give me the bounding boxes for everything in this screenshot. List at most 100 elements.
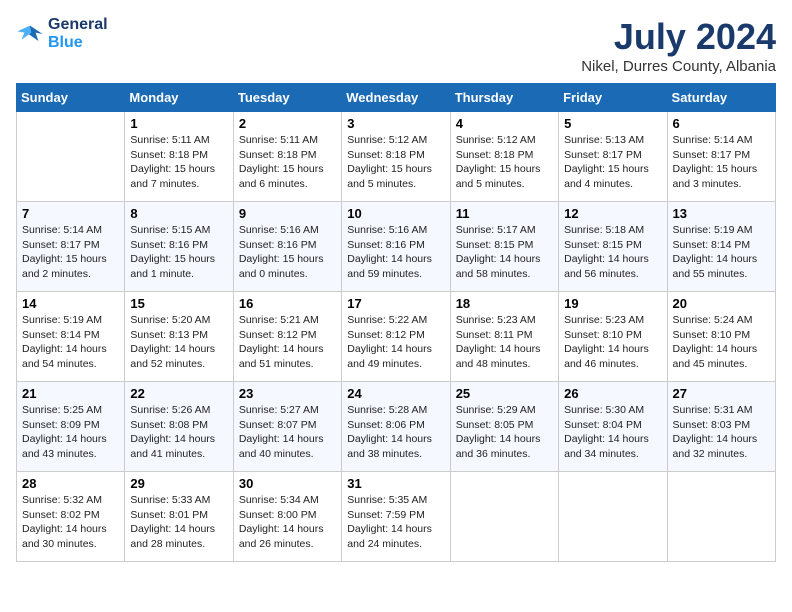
calendar-week-1: 1 Sunrise: 5:11 AM Sunset: 8:18 PM Daylig… <box>17 112 776 202</box>
weekday-header-saturday: Saturday <box>667 84 775 112</box>
day-number: 11 <box>456 206 553 221</box>
day-info: Sunrise: 5:23 AM Sunset: 8:11 PM Dayligh… <box>456 313 553 372</box>
day-number: 3 <box>347 116 444 131</box>
weekday-header-tuesday: Tuesday <box>233 84 341 112</box>
calendar-week-2: 7 Sunrise: 5:14 AM Sunset: 8:17 PM Daylig… <box>17 202 776 292</box>
calendar-cell: 16Sunrise: 5:21 AM Sunset: 8:12 PM Dayli… <box>233 292 341 382</box>
weekday-header-thursday: Thursday <box>450 84 558 112</box>
day-number: 16 <box>239 296 336 311</box>
day-number: 28 <box>22 476 119 491</box>
calendar-cell: 13Sunrise: 5:19 AM Sunset: 8:14 PM Dayli… <box>667 202 775 292</box>
title-block: July 2024 Nikel, Durres County, Albania <box>581 16 776 75</box>
day-info: Sunrise: 5:16 AM Sunset: 8:16 PM Dayligh… <box>239 223 336 282</box>
calendar-cell: 10Sunrise: 5:16 AM Sunset: 8:16 PM Dayli… <box>342 202 450 292</box>
day-number: 1 <box>130 116 227 131</box>
day-info: Sunrise: 5:18 AM Sunset: 8:15 PM Dayligh… <box>564 223 661 282</box>
calendar-cell: 11 Sunrise: 5:17 AM Sunset: 8:15 PM Dayli… <box>450 202 558 292</box>
calendar-cell: 3 Sunrise: 5:12 AM Sunset: 8:18 PM Daylig… <box>342 112 450 202</box>
calendar-table: SundayMondayTuesdayWednesdayThursdayFrid… <box>16 83 776 562</box>
day-info: Sunrise: 5:20 AM Sunset: 8:13 PM Dayligh… <box>130 313 227 372</box>
calendar-cell: 5 Sunrise: 5:13 AM Sunset: 8:17 PM Daylig… <box>559 112 667 202</box>
calendar-cell: 23 Sunrise: 5:27 AM Sunset: 8:07 PM Dayli… <box>233 382 341 472</box>
calendar-cell: 28 Sunrise: 5:32 AM Sunset: 8:02 PM Dayli… <box>17 472 125 562</box>
day-info: Sunrise: 5:26 AM Sunset: 8:08 PM Dayligh… <box>130 403 227 462</box>
day-info: Sunrise: 5:12 AM Sunset: 8:18 PM Dayligh… <box>456 133 553 192</box>
day-number: 5 <box>564 116 661 131</box>
calendar-cell: 31 Sunrise: 5:35 AM Sunset: 7:59 PM Dayli… <box>342 472 450 562</box>
day-info: Sunrise: 5:29 AM Sunset: 8:05 PM Dayligh… <box>456 403 553 462</box>
day-info: Sunrise: 5:28 AM Sunset: 8:06 PM Dayligh… <box>347 403 444 462</box>
calendar-cell: 6Sunrise: 5:14 AM Sunset: 8:17 PM Daylig… <box>667 112 775 202</box>
day-number: 22 <box>130 386 227 401</box>
day-number: 12 <box>564 206 661 221</box>
calendar-cell: 15 Sunrise: 5:20 AM Sunset: 8:13 PM Dayli… <box>125 292 233 382</box>
day-info: Sunrise: 5:34 AM Sunset: 8:00 PM Dayligh… <box>239 493 336 552</box>
day-number: 23 <box>239 386 336 401</box>
day-info: Sunrise: 5:32 AM Sunset: 8:02 PM Dayligh… <box>22 493 119 552</box>
calendar-cell: 24 Sunrise: 5:28 AM Sunset: 8:06 PM Dayli… <box>342 382 450 472</box>
calendar-week-4: 21 Sunrise: 5:25 AM Sunset: 8:09 PM Dayli… <box>17 382 776 472</box>
day-number: 4 <box>456 116 553 131</box>
day-info: Sunrise: 5:22 AM Sunset: 8:12 PM Dayligh… <box>347 313 444 372</box>
day-info: Sunrise: 5:17 AM Sunset: 8:15 PM Dayligh… <box>456 223 553 282</box>
day-number: 31 <box>347 476 444 491</box>
calendar-week-5: 28 Sunrise: 5:32 AM Sunset: 8:02 PM Dayli… <box>17 472 776 562</box>
day-number: 21 <box>22 386 119 401</box>
day-info: Sunrise: 5:11 AM Sunset: 8:18 PM Dayligh… <box>239 133 336 192</box>
day-number: 2 <box>239 116 336 131</box>
logo-text: General Blue <box>48 16 108 51</box>
day-info: Sunrise: 5:33 AM Sunset: 8:01 PM Dayligh… <box>130 493 227 552</box>
day-info: Sunrise: 5:23 AM Sunset: 8:10 PM Dayligh… <box>564 313 661 372</box>
day-info: Sunrise: 5:11 AM Sunset: 8:18 PM Dayligh… <box>130 133 227 192</box>
calendar-cell: 1 Sunrise: 5:11 AM Sunset: 8:18 PM Daylig… <box>125 112 233 202</box>
day-info: Sunrise: 5:35 AM Sunset: 7:59 PM Dayligh… <box>347 493 444 552</box>
calendar-cell <box>559 472 667 562</box>
logo: General Blue <box>16 16 108 51</box>
calendar-cell: 4 Sunrise: 5:12 AM Sunset: 8:18 PM Daylig… <box>450 112 558 202</box>
calendar-cell <box>667 472 775 562</box>
weekday-header-wednesday: Wednesday <box>342 84 450 112</box>
day-number: 25 <box>456 386 553 401</box>
day-info: Sunrise: 5:14 AM Sunset: 8:17 PM Dayligh… <box>22 223 119 282</box>
day-number: 30 <box>239 476 336 491</box>
weekday-header-friday: Friday <box>559 84 667 112</box>
calendar-cell <box>17 112 125 202</box>
day-info: Sunrise: 5:19 AM Sunset: 8:14 PM Dayligh… <box>22 313 119 372</box>
day-info: Sunrise: 5:24 AM Sunset: 8:10 PM Dayligh… <box>673 313 770 372</box>
day-number: 8 <box>130 206 227 221</box>
day-number: 10 <box>347 206 444 221</box>
day-number: 9 <box>239 206 336 221</box>
day-number: 14 <box>22 296 119 311</box>
day-number: 26 <box>564 386 661 401</box>
location-title: Nikel, Durres County, Albania <box>581 58 776 75</box>
month-title: July 2024 <box>581 16 776 58</box>
calendar-cell: 2 Sunrise: 5:11 AM Sunset: 8:18 PM Daylig… <box>233 112 341 202</box>
calendar-cell: 17Sunrise: 5:22 AM Sunset: 8:12 PM Dayli… <box>342 292 450 382</box>
weekday-header-monday: Monday <box>125 84 233 112</box>
day-info: Sunrise: 5:15 AM Sunset: 8:16 PM Dayligh… <box>130 223 227 282</box>
day-info: Sunrise: 5:30 AM Sunset: 8:04 PM Dayligh… <box>564 403 661 462</box>
calendar-cell: 12 Sunrise: 5:18 AM Sunset: 8:15 PM Dayli… <box>559 202 667 292</box>
day-number: 7 <box>22 206 119 221</box>
day-number: 27 <box>673 386 770 401</box>
day-number: 18 <box>456 296 553 311</box>
day-info: Sunrise: 5:27 AM Sunset: 8:07 PM Dayligh… <box>239 403 336 462</box>
calendar-cell: 18 Sunrise: 5:23 AM Sunset: 8:11 PM Dayli… <box>450 292 558 382</box>
weekday-header-row: SundayMondayTuesdayWednesdayThursdayFrid… <box>17 84 776 112</box>
day-info: Sunrise: 5:31 AM Sunset: 8:03 PM Dayligh… <box>673 403 770 462</box>
day-number: 15 <box>130 296 227 311</box>
calendar-cell: 8 Sunrise: 5:15 AM Sunset: 8:16 PM Daylig… <box>125 202 233 292</box>
day-number: 13 <box>673 206 770 221</box>
calendar-cell: 30 Sunrise: 5:34 AM Sunset: 8:00 PM Dayli… <box>233 472 341 562</box>
calendar-cell: 7 Sunrise: 5:14 AM Sunset: 8:17 PM Daylig… <box>17 202 125 292</box>
calendar-cell: 26 Sunrise: 5:30 AM Sunset: 8:04 PM Dayli… <box>559 382 667 472</box>
calendar-cell: 25 Sunrise: 5:29 AM Sunset: 8:05 PM Dayli… <box>450 382 558 472</box>
calendar-week-3: 14 Sunrise: 5:19 AM Sunset: 8:14 PM Dayli… <box>17 292 776 382</box>
day-info: Sunrise: 5:14 AM Sunset: 8:17 PM Dayligh… <box>673 133 770 192</box>
day-number: 24 <box>347 386 444 401</box>
day-info: Sunrise: 5:13 AM Sunset: 8:17 PM Dayligh… <box>564 133 661 192</box>
day-number: 29 <box>130 476 227 491</box>
calendar-cell: 14 Sunrise: 5:19 AM Sunset: 8:14 PM Dayli… <box>17 292 125 382</box>
day-info: Sunrise: 5:25 AM Sunset: 8:09 PM Dayligh… <box>22 403 119 462</box>
day-info: Sunrise: 5:12 AM Sunset: 8:18 PM Dayligh… <box>347 133 444 192</box>
